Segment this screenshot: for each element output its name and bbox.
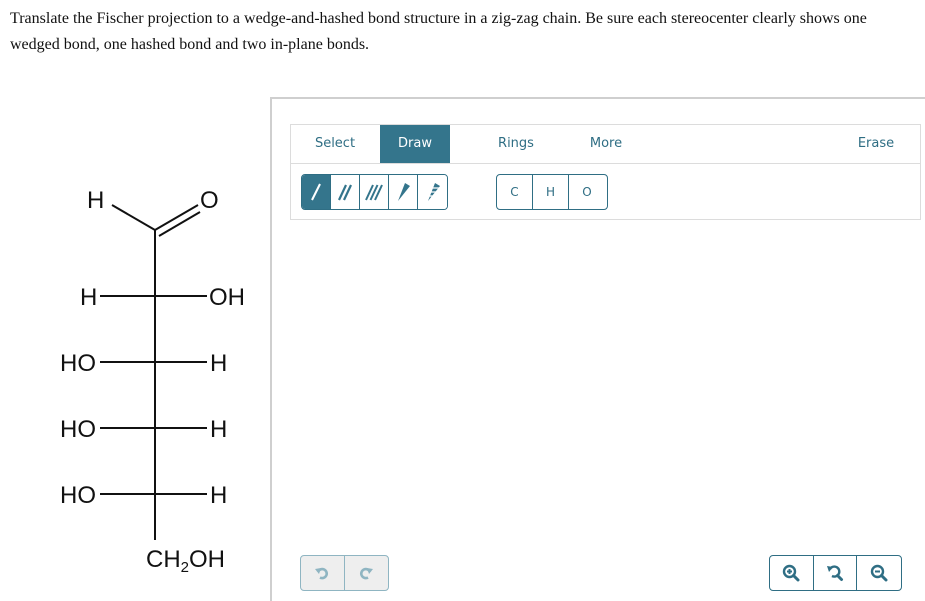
row-1-left-label: H xyxy=(80,284,97,311)
fischer-projection: H O H OH HO H HO H HO H CH2OH xyxy=(60,187,245,576)
redo-icon xyxy=(360,567,374,580)
aldehyde-o-label: O xyxy=(200,187,219,214)
triple-bond-button[interactable] xyxy=(360,175,389,209)
question-text: Translate the Fischer projection to a we… xyxy=(10,10,867,53)
row-2-right-label: H xyxy=(210,350,227,377)
tab-select[interactable]: Select xyxy=(291,125,379,163)
redo-button[interactable] xyxy=(345,556,389,590)
zoom-in-icon xyxy=(783,564,800,582)
sketcher-toolbar: Select Draw Rings More Erase C H O xyxy=(290,124,921,220)
zoom-reset-icon xyxy=(827,565,843,581)
wedge-bond-icon xyxy=(398,183,410,201)
zoom-reset-button[interactable] xyxy=(814,556,858,590)
aldehyde-h-bond xyxy=(111,204,156,231)
undo-button[interactable] xyxy=(301,556,345,590)
atom-o-button[interactable]: O xyxy=(569,175,605,209)
tab-more[interactable]: More xyxy=(571,125,641,163)
single-bond-icon xyxy=(311,183,321,201)
row-4-right-label: H xyxy=(210,482,227,509)
row-4-left-label: HO xyxy=(60,482,96,509)
row-3-left-label: HO xyxy=(60,416,96,443)
row-2-left-label: HO xyxy=(60,350,96,377)
tab-rings[interactable]: Rings xyxy=(481,125,551,163)
single-bond-button[interactable] xyxy=(302,175,331,209)
history-controls xyxy=(300,555,389,591)
atom-h-button[interactable]: H xyxy=(533,175,569,209)
atom-c-button[interactable]: C xyxy=(497,175,533,209)
row-1-right-label: OH xyxy=(209,284,245,311)
zoom-in-button[interactable] xyxy=(770,556,814,590)
zoom-controls xyxy=(769,555,902,591)
undo-icon xyxy=(315,567,329,580)
toolbar-tabs: Select Draw Rings More Erase xyxy=(291,125,920,164)
wedge-bond-button[interactable] xyxy=(389,175,418,209)
row-3-right-label: H xyxy=(210,416,227,443)
bottom-group-subscript: 2 xyxy=(181,559,189,576)
bond-tool-group xyxy=(301,174,448,210)
bottom-group-suffix: OH xyxy=(189,546,225,573)
zoom-out-icon xyxy=(870,564,888,582)
hashed-wedge-bond-button[interactable] xyxy=(418,175,447,209)
bottom-group-label: CH2OH xyxy=(146,546,225,576)
bottom-group-prefix: CH xyxy=(146,546,181,573)
zoom-out-button[interactable] xyxy=(857,556,901,590)
triple-bond-icon xyxy=(365,184,383,201)
tab-erase[interactable]: Erase xyxy=(841,125,911,163)
double-bond-button[interactable] xyxy=(331,175,360,209)
hashed-wedge-bond-icon xyxy=(427,183,440,201)
double-bond-icon xyxy=(338,184,352,201)
atom-tool-group: C H O xyxy=(496,174,608,210)
aldehyde-h-label: H xyxy=(87,187,104,214)
tab-draw[interactable]: Draw xyxy=(380,125,450,163)
